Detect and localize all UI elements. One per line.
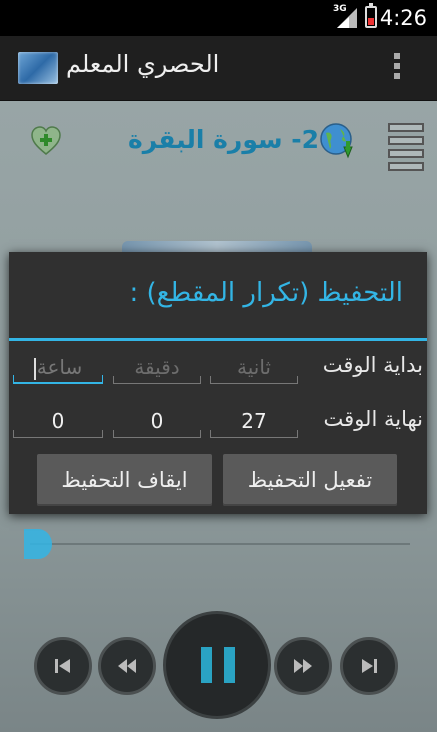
rewind-button[interactable] xyxy=(98,637,156,695)
memorization-dialog: التحفيظ (تكرار المقطع) : بداية الوقت ساع… xyxy=(9,252,427,514)
status-bar: 3G 4:26 xyxy=(0,0,437,36)
activate-memorization-button[interactable]: تفعيل التحفيظ xyxy=(223,454,397,506)
pause-button[interactable] xyxy=(163,611,271,719)
skip-next-icon xyxy=(362,659,377,673)
start-hour-input[interactable]: ساعة xyxy=(13,350,103,384)
list-menu-icon[interactable] xyxy=(388,123,424,171)
clock: 4:26 xyxy=(379,6,427,30)
end-second-input[interactable]: 27 xyxy=(210,404,298,438)
app-title: الحصري المعلم xyxy=(66,50,220,78)
seek-bar[interactable] xyxy=(30,543,410,545)
stop-memorization-button[interactable]: ايقاف التحفيظ xyxy=(37,454,212,506)
pause-icon xyxy=(201,647,212,683)
start-time-label: بداية الوقت xyxy=(322,353,423,377)
overflow-menu-icon[interactable] xyxy=(392,53,402,83)
end-time-label: نهاية الوقت xyxy=(323,407,423,431)
skip-next-button[interactable] xyxy=(340,637,398,695)
favorite-add-icon[interactable] xyxy=(30,125,62,157)
app-logo-icon[interactable] xyxy=(18,52,58,84)
dialog-divider xyxy=(9,338,427,341)
skip-previous-icon xyxy=(55,659,70,673)
end-minute-input[interactable]: 0 xyxy=(113,404,201,438)
action-bar: الحصري المعلم xyxy=(0,36,437,101)
fast-forward-button[interactable] xyxy=(274,637,332,695)
battery-icon xyxy=(365,3,377,28)
signal-icon xyxy=(337,8,357,28)
fast-forward-icon xyxy=(294,659,312,673)
start-second-input[interactable]: ثانية xyxy=(210,350,298,384)
globe-download-icon[interactable] xyxy=(318,121,358,161)
rewind-icon xyxy=(118,659,136,673)
surah-title: 2- سورة البقرة xyxy=(128,125,320,154)
start-minute-input[interactable]: دقيقة xyxy=(113,350,201,384)
end-hour-input[interactable]: 0 xyxy=(13,404,103,438)
seek-thumb[interactable] xyxy=(24,529,52,559)
playback-controls xyxy=(0,611,437,731)
skip-previous-button[interactable] xyxy=(34,637,92,695)
dialog-title: التحفيظ (تكرار المقطع) : xyxy=(129,278,403,308)
